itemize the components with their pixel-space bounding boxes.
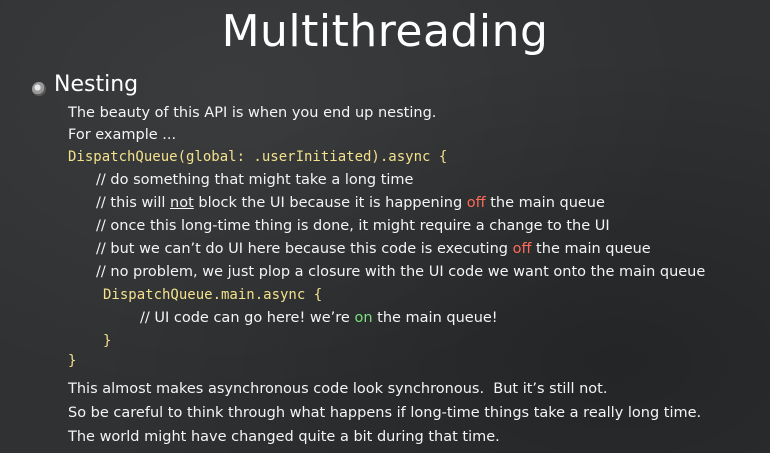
code-outer-close: } xyxy=(68,353,77,369)
slide-title: Multithreading xyxy=(221,6,549,57)
comment-text: the main queue xyxy=(485,195,605,211)
comment-line-2: // this will not block the UI because it… xyxy=(96,194,605,212)
code-outer-open: DispatchQueue(global: .userInitiated).as… xyxy=(68,149,448,165)
comment-text: // this will xyxy=(96,195,171,211)
highlight-on: on xyxy=(354,310,373,326)
outro-line-2: So be careful to think through what happ… xyxy=(68,405,702,421)
highlight-off: off xyxy=(512,241,532,257)
comment-text: // but we can’t do UI here because this … xyxy=(96,241,513,257)
comment-line-4: // but we can’t do UI here because this … xyxy=(96,240,651,258)
section-heading: Nesting xyxy=(54,72,139,97)
outro-line-1: This almost makes asynchronous code look… xyxy=(68,381,608,397)
emphasis-not: not xyxy=(170,195,194,211)
comment-line-1: // do something that might take a long t… xyxy=(96,172,414,188)
code-inner-open: DispatchQueue.main.async { xyxy=(103,287,323,303)
comment-text: // UI code can go here! we’re xyxy=(140,310,355,326)
comment-text: the main queue xyxy=(531,241,651,257)
bullet-icon xyxy=(32,82,46,96)
comment-text: the main queue! xyxy=(372,310,498,326)
comment-line-5: // no problem, we just plop a closure wi… xyxy=(96,264,706,280)
outro-line-3: The world might have changed quite a bit… xyxy=(68,429,500,445)
intro-line-1: The beauty of this API is when you end u… xyxy=(68,105,437,121)
inner-comment: // UI code can go here! we’re on the mai… xyxy=(140,309,498,327)
highlight-off: off xyxy=(466,195,486,211)
intro-line-2: For example ... xyxy=(68,127,177,143)
slide: Multithreading Nesting The beauty of thi… xyxy=(0,0,770,453)
comment-line-3: // once this long-time thing is done, it… xyxy=(96,218,610,234)
code-inner-close: } xyxy=(103,333,112,349)
comment-text: block the UI because it is happening xyxy=(193,195,467,211)
